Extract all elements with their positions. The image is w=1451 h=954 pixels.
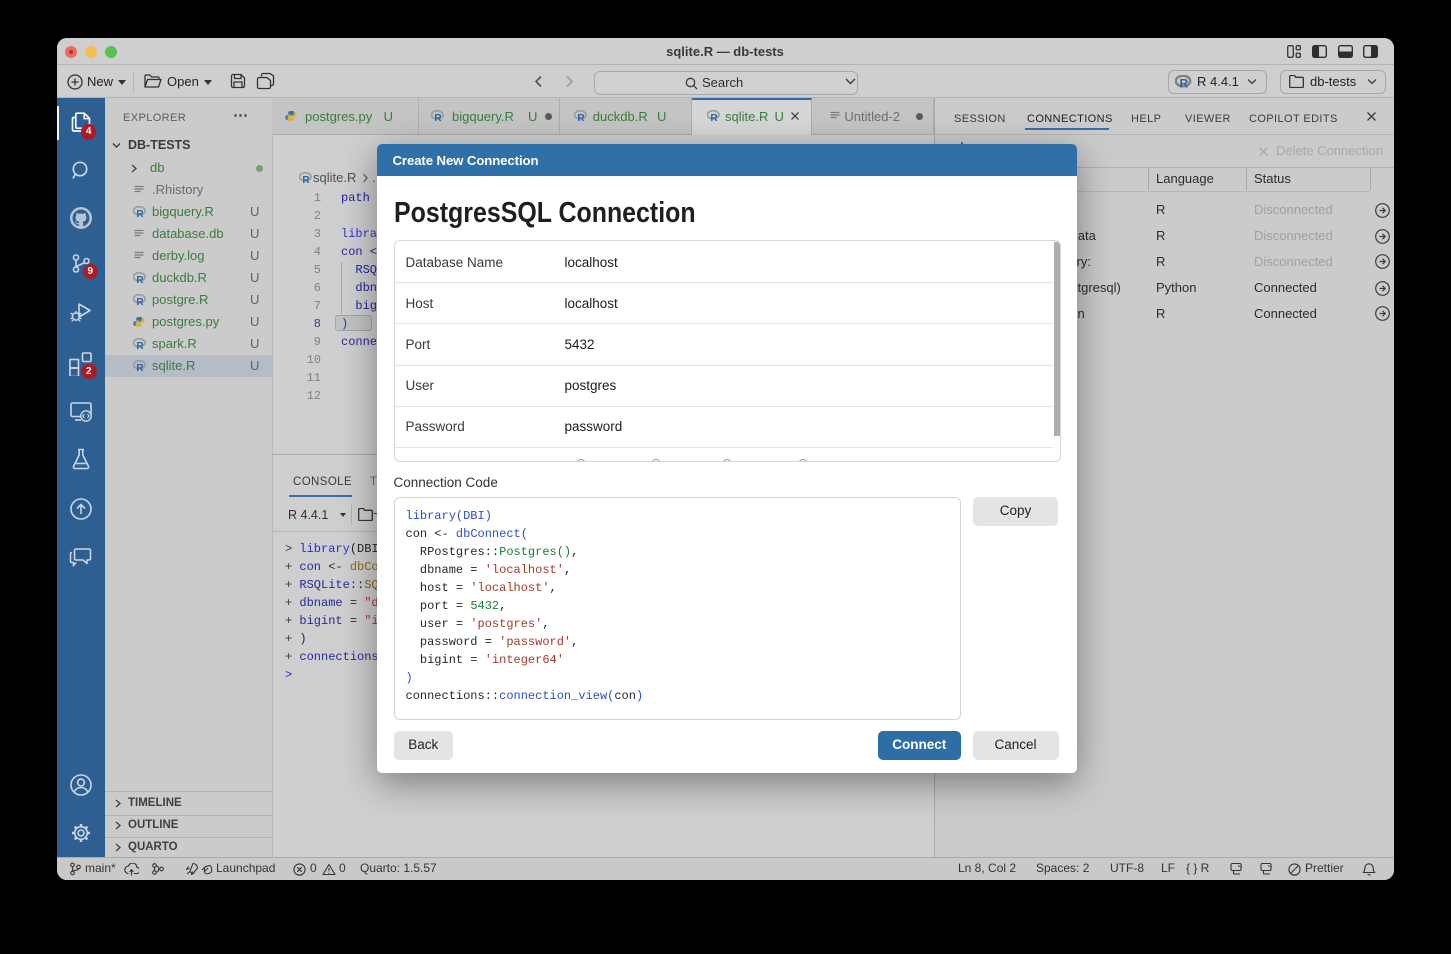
svg-text:R: R [136,363,144,372]
svg-text:R: R [136,209,144,218]
svg-text:R: R [136,341,144,350]
svg-text:R: R [577,113,585,122]
svg-text:R: R [434,113,442,122]
svg-text:R: R [136,275,144,284]
svg-text:R: R [136,297,144,306]
svg-text:R: R [710,113,718,122]
svg-text:R: R [1180,77,1189,90]
svg-text:R: R [302,175,310,184]
